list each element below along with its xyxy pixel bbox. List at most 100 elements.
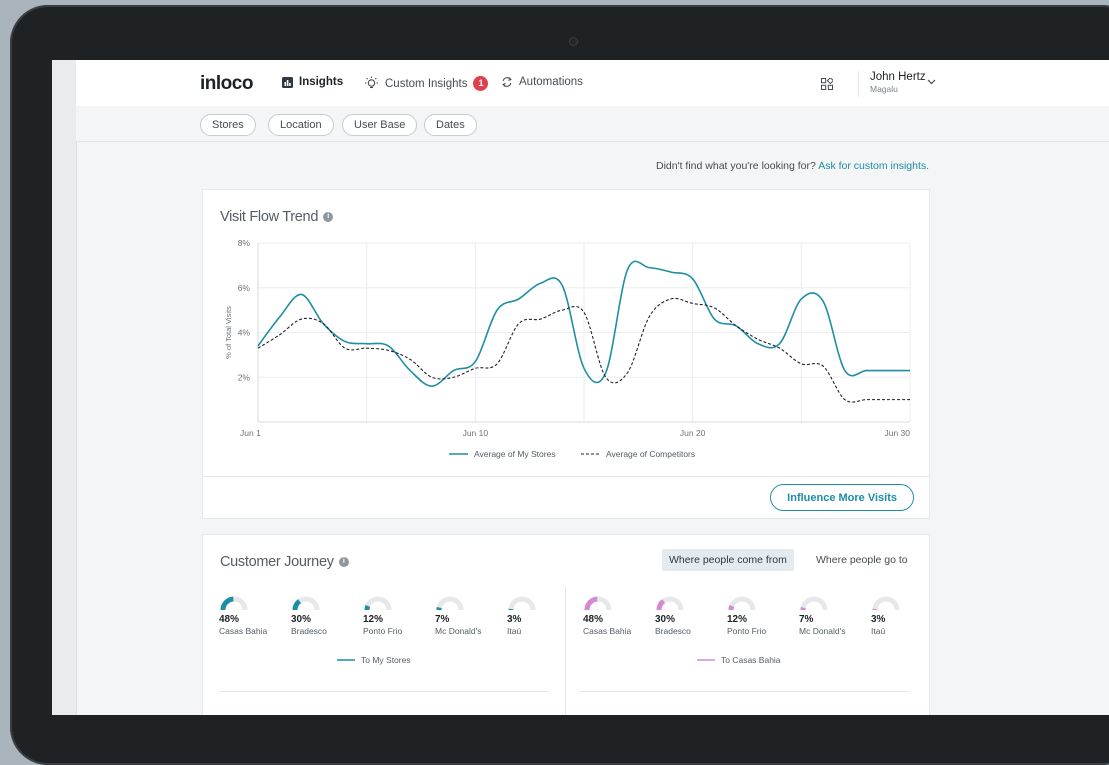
journey-item[interactable]: 3%Itaú [871,595,931,636]
filter-bar: Stores Location User Base Dates [76,106,1109,142]
apps-grid-icon[interactable] [821,78,833,90]
refresh-icon [501,76,513,88]
donut-gauge [363,595,393,611]
legend-to-my-stores: To My Stores [337,655,411,665]
donut-track [439,599,461,610]
journey-item-name: Itaú [507,626,567,636]
legend-line-teal [337,659,355,661]
journey-divider-left [219,691,549,692]
lightbulb-icon [364,76,379,91]
nav-custom-insights[interactable]: Custom Insights 1 [364,76,488,91]
journey-item-name: Casas Bahia [583,626,643,636]
journey-item-percent: 3% [871,614,931,625]
custom-insights-prompt: Didn't find what you're looking for? Ask… [656,160,929,172]
journey-item-percent: 30% [655,614,715,625]
legend-label: Average of My Stores [474,449,556,459]
donut-gauge [871,595,901,611]
donut-gauge [291,595,321,611]
legend-to-casas-bahia-label: To Casas Bahia [721,655,781,665]
journey-item[interactable]: 30%Bradesco [291,595,351,636]
donut-fill [223,599,233,610]
filter-location[interactable]: Location [268,114,334,136]
journey-item-percent: 48% [583,614,643,625]
visit-flow-card: Visit Flow Trend i 2%4%6%8%Jun 1Jun 10Ju… [202,189,930,519]
donut-gauge [435,595,465,611]
info-icon[interactable]: i [339,557,349,567]
x-tick-label: Jun 1 [240,428,261,438]
journey-item[interactable]: 7%Mc Donald's [435,595,495,636]
journey-item-percent: 12% [363,614,423,625]
y-tick-label: 4% [238,328,251,338]
filter-dates[interactable]: Dates [424,114,477,136]
donut-track [803,599,825,610]
x-tick-label: Jun 30 [884,428,910,438]
customer-journey-card: Customer Journey i Where people come fro… [202,534,930,715]
journey-divider-right [580,691,910,692]
donut-gauge [799,595,829,611]
journey-item-percent: 48% [219,614,279,625]
y-tick-label: 2% [238,372,251,382]
user-organization: Magalu [870,84,926,94]
visit-flow-chart: 2% 4% 6% 8% Jun 1 Jun 10 Jun 20 Jun 30 % of Tota… [203,190,929,476]
journey-item[interactable]: 30%Bradesco [655,595,715,636]
inloco-logo[interactable]: inloco [200,73,253,95]
journey-item-name: Ponto Frio [727,626,787,636]
journey-item-name: Bradesco [655,626,715,636]
app-screen: inloco Insights Custom Insights 1 [52,60,1109,715]
nav-insights[interactable]: Insights [282,76,343,88]
toggle-where-people-come-from[interactable]: Where people come from [662,549,794,571]
journey-item[interactable]: 12%Ponto Frio [727,595,787,636]
journey-item-percent: 30% [291,614,351,625]
journey-item-percent: 3% [507,614,567,625]
donut-fill [659,601,664,610]
influence-more-visits-button[interactable]: Influence More Visits [770,484,914,511]
journey-item-name: Casas Bahia [219,626,279,636]
y-tick-label: 6% [238,283,251,293]
side-strip [52,60,77,715]
x-tick-label: Jun 20 [680,428,706,438]
journey-item-name: Ponto Frio [363,626,423,636]
donut-gauge [727,595,757,611]
journey-item[interactable]: 7%Mc Donald's [799,595,859,636]
donut-gauge [507,595,537,611]
x-tick-label: Jun 10 [463,428,489,438]
card-footer-divider [203,476,929,477]
legend-line-pink [697,659,715,661]
user-menu[interactable]: John Hertz Magalu [858,71,926,97]
journey-item[interactable]: 12%Ponto Frio [363,595,423,636]
journey-item-name: Itaú [871,626,931,636]
camera-dot [569,37,578,46]
nav-custom-insights-label: Custom Insights [385,78,467,90]
legend-label: Average of Competitors [606,449,695,459]
donut-gauge [219,595,249,611]
donut-track [731,599,753,610]
filter-stores[interactable]: Stores [200,114,256,136]
donut-gauge [583,595,613,611]
journey-item-name: Mc Donald's [799,626,859,636]
legend-to-my-stores-label: To My Stores [361,655,411,665]
customer-journey-title-text: Customer Journey [220,554,334,570]
donut-fill [295,601,300,610]
legend-to-casas-bahia: To Casas Bahia [697,655,781,665]
nav-automations-label: Automations [519,76,583,88]
ask-custom-insights-link[interactable]: Ask for custom insights. [818,160,929,172]
journey-item-percent: 7% [435,614,495,625]
nav-automations[interactable]: Automations [501,76,583,88]
bar-chart-icon [282,77,293,88]
journey-item[interactable]: 48%Casas Bahia [583,595,643,636]
filter-user-base[interactable]: User Base [342,114,417,136]
chevron-down-icon[interactable] [927,79,936,85]
top-navigation: inloco Insights Custom Insights 1 [76,60,1109,107]
helper-text: Didn't find what you're looking for? [656,160,818,172]
y-tick-label: 8% [238,238,251,248]
journey-item-name: Bradesco [291,626,351,636]
journey-item[interactable]: 3%Itaú [507,595,567,636]
toggle-where-people-go-to[interactable]: Where people go to [809,549,915,571]
donut-fill [587,599,597,610]
nav-insights-label: Insights [299,76,343,88]
donut-track [511,599,533,610]
donut-track [367,599,389,610]
journey-item[interactable]: 48%Casas Bahia [219,595,279,636]
y-axis-title: % of Total Visits [224,306,233,359]
donut-fill [367,606,368,610]
